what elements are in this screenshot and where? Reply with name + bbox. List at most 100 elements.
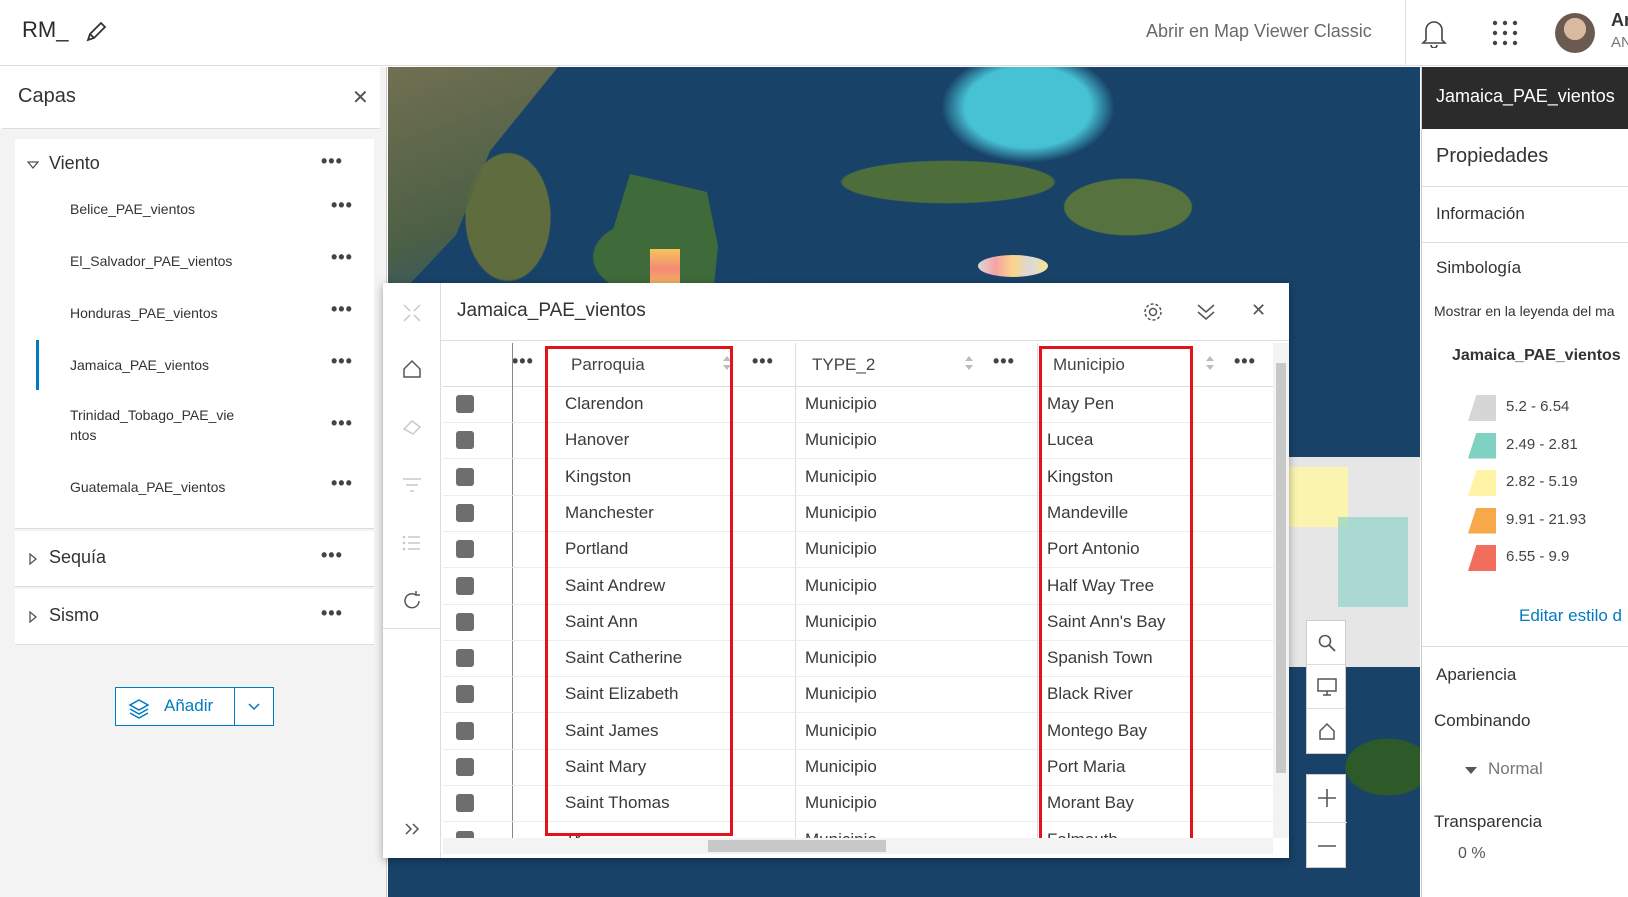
symbology-section: Simbología Mostrar en la leyenda del ma … [1422, 251, 1628, 647]
column-menu-icon[interactable]: ••• [512, 351, 534, 372]
horizontal-scrollbar[interactable] [443, 838, 1273, 854]
bell-icon[interactable] [1420, 16, 1448, 48]
user-name[interactable]: An [1611, 10, 1628, 31]
transparency-value[interactable]: 0 % [1458, 845, 1486, 863]
column-menu-icon[interactable]: ••• [752, 351, 774, 372]
edit-style-link[interactable]: Editar estilo d [1519, 606, 1622, 626]
caret-down-icon[interactable] [1464, 766, 1478, 776]
sort-icon[interactable] [964, 353, 974, 373]
list-icon[interactable] [400, 531, 424, 555]
row-select-checkbox[interactable] [456, 467, 474, 486]
table-cell: Municipio [805, 575, 877, 595]
properties-header: Jamaica_PAE_vientos [1422, 67, 1628, 129]
home-icon[interactable] [400, 357, 424, 381]
refresh-icon[interactable] [400, 589, 424, 613]
row-select-checkbox[interactable] [456, 794, 474, 813]
appearance-section: Apariencia Combinando Normal Transparenc… [1422, 655, 1628, 897]
chevron-down-icon[interactable] [27, 159, 39, 171]
home-button[interactable] [1307, 709, 1345, 753]
gear-icon[interactable] [1141, 300, 1165, 324]
highlight-box [1039, 346, 1193, 838]
column-menu-icon[interactable]: ••• [993, 351, 1015, 372]
scroll-thumb[interactable] [708, 840, 886, 852]
add-button[interactable]: Añadir [115, 687, 235, 726]
legend-toggle-label[interactable]: Mostrar en la leyenda del ma [1434, 303, 1615, 319]
close-icon[interactable]: ✕ [352, 85, 369, 110]
layer-item-selected[interactable]: Jamaica_PAE_vientos ••• [15, 339, 374, 391]
group-name[interactable]: Viento [49, 153, 100, 174]
more-options-icon[interactable]: ••• [321, 603, 343, 624]
chevron-double-down-icon[interactable] [1194, 300, 1218, 324]
column-header[interactable]: TYPE_2 [812, 355, 875, 375]
legend-swatch [1468, 507, 1496, 534]
layer-item[interactable]: Belice_PAE_vientos ••• [15, 183, 374, 235]
table-cell: Municipio [805, 539, 877, 559]
row-select-checkbox[interactable] [456, 395, 474, 413]
row-select-checkbox[interactable] [456, 431, 474, 450]
row-select-checkbox[interactable] [456, 649, 474, 668]
open-classic-link[interactable]: Abrir en Map Viewer Classic [1146, 21, 1372, 42]
table-cell: Municipio [805, 611, 877, 631]
group-name[interactable]: Sismo [49, 605, 99, 626]
layer-item[interactable]: Trinidad_Tobago_PAE_vie ntos ••• [15, 391, 374, 461]
sort-icon[interactable] [1205, 353, 1215, 373]
layer-item[interactable]: Guatemala_PAE_vientos ••• [15, 461, 374, 513]
row-select-checkbox[interactable] [456, 758, 474, 776]
search-button[interactable] [1307, 621, 1345, 665]
layer-name: Honduras_PAE_vientos [70, 305, 218, 321]
row-select-checkbox[interactable] [456, 576, 474, 595]
group-viento: Viento ••• Belice_PAE_vientos ••• El_Sal… [15, 139, 374, 529]
more-options-icon[interactable]: ••• [331, 413, 353, 434]
avatar[interactable] [1555, 13, 1595, 53]
filter-icon[interactable] [400, 473, 424, 497]
row-select-checkbox[interactable] [456, 830, 474, 838]
legend-swatch [1468, 395, 1496, 421]
app-launcher-icon[interactable] [1492, 20, 1518, 46]
zoom-out-icon[interactable] [1316, 835, 1338, 857]
more-options-icon[interactable]: ••• [331, 351, 353, 372]
row-select-checkbox[interactable] [456, 721, 474, 740]
column-menu-icon[interactable]: ••• [1234, 351, 1256, 372]
row-select-checkbox[interactable] [456, 503, 474, 522]
layer-item[interactable]: Honduras_PAE_vientos ••• [15, 287, 374, 339]
legend-layer-name: Jamaica_PAE_vientos [1452, 347, 1621, 364]
edit-pencil-icon[interactable] [84, 20, 108, 44]
info-section[interactable]: Información [1422, 187, 1628, 243]
attribute-table: Jamaica_PAE_vientos ✕ ••• Parroquia ••• … [383, 283, 1289, 858]
chevron-right-icon[interactable] [27, 611, 39, 623]
blend-mode-select[interactable]: Normal [1488, 759, 1543, 779]
collapse-icon[interactable] [400, 301, 424, 325]
display-button[interactable] [1307, 665, 1345, 709]
group-name[interactable]: Sequía [49, 547, 106, 568]
more-options-icon[interactable]: ••• [331, 195, 353, 216]
row-select-checkbox[interactable] [456, 612, 474, 631]
more-options-icon[interactable]: ••• [321, 151, 343, 172]
row-select-checkbox[interactable] [456, 540, 474, 559]
eraser-icon[interactable] [400, 415, 424, 439]
symbology-label[interactable]: Simbología [1436, 258, 1521, 278]
more-options-icon[interactable]: ••• [331, 299, 353, 320]
table-cell: Municipio [805, 720, 877, 740]
appearance-label[interactable]: Apariencia [1436, 665, 1516, 685]
vertical-scrollbar[interactable] [1273, 343, 1289, 838]
layer-name: Guatemala_PAE_vientos [70, 479, 226, 495]
chevron-right-icon[interactable] [27, 553, 39, 565]
table-cell: Municipio [805, 830, 877, 838]
more-options-icon[interactable]: ••• [331, 473, 353, 494]
search-icon [1318, 634, 1336, 652]
map-title[interactable]: RM_ [22, 17, 68, 43]
add-dropdown-button[interactable] [234, 687, 274, 726]
expand-icon[interactable] [400, 817, 424, 841]
map-land [388, 67, 558, 307]
scroll-thumb[interactable] [1276, 363, 1286, 773]
blending-label: Combinando [1434, 711, 1531, 730]
home-icon [1319, 722, 1335, 740]
zoom-in-icon[interactable] [1316, 787, 1338, 809]
jamaica-feature [978, 255, 1048, 277]
layer-item[interactable]: El_Salvador_PAE_vientos ••• [15, 235, 374, 287]
row-select-checkbox[interactable] [456, 685, 474, 704]
close-icon[interactable]: ✕ [1251, 300, 1275, 324]
more-options-icon[interactable]: ••• [331, 247, 353, 268]
info-label[interactable]: Información [1436, 204, 1525, 224]
more-options-icon[interactable]: ••• [321, 545, 343, 566]
